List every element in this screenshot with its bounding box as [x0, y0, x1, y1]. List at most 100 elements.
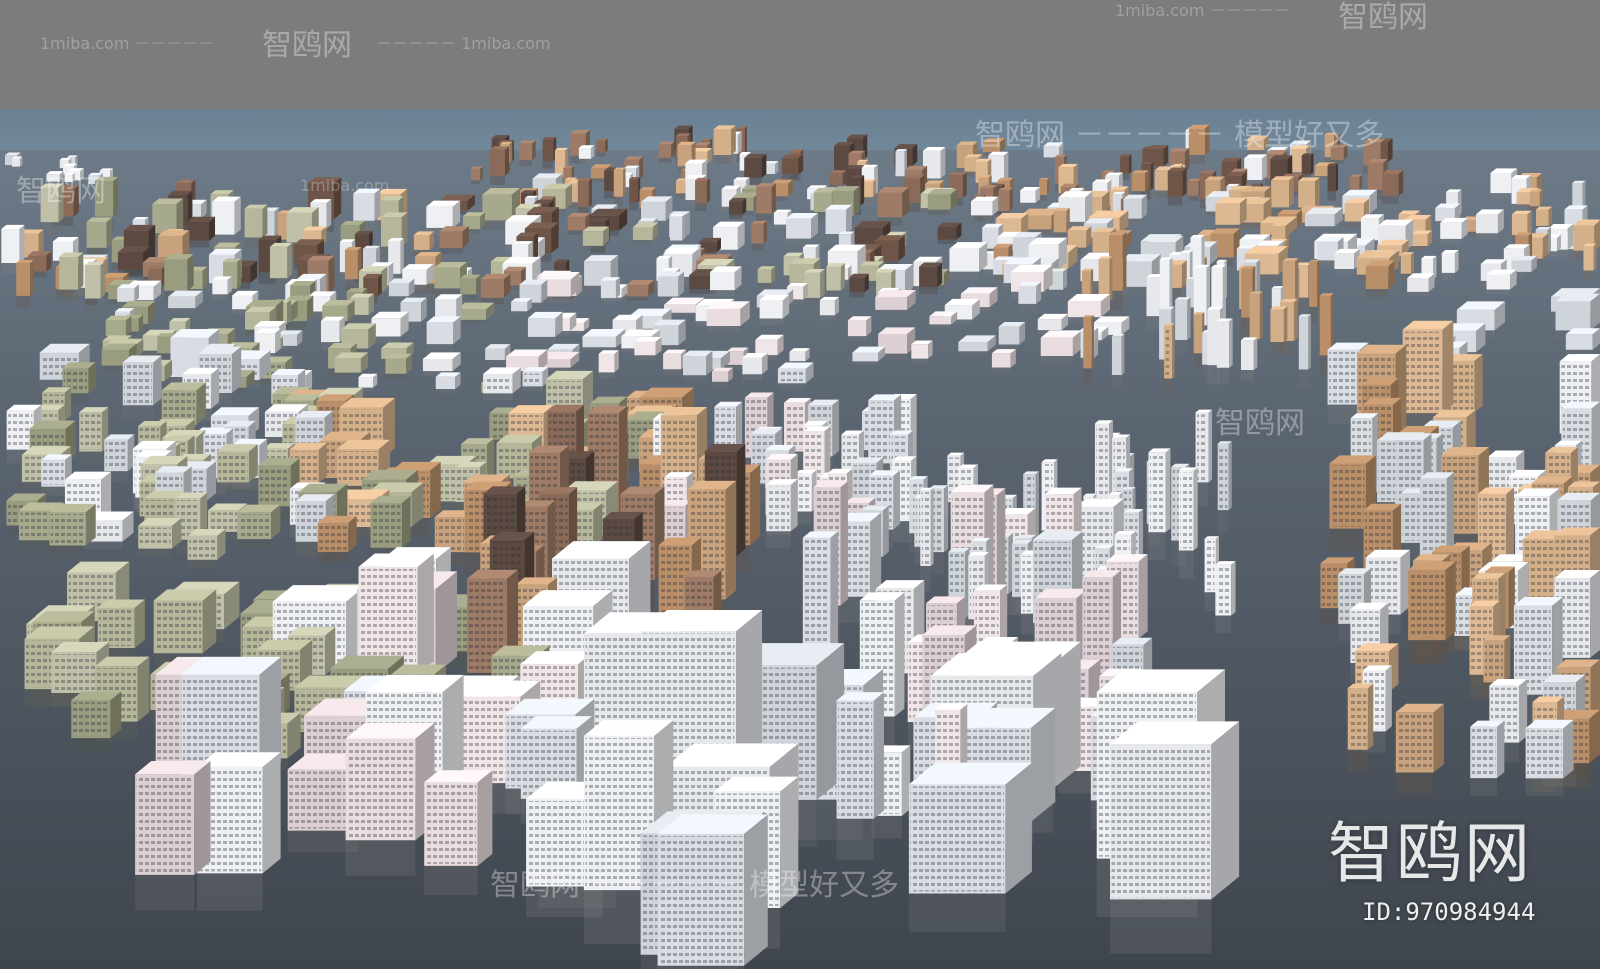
building-reflection [424, 865, 478, 896]
building-side [153, 355, 162, 406]
building-side [480, 166, 483, 181]
building-reflection [485, 359, 505, 364]
building-front [1188, 128, 1206, 155]
building-front [490, 149, 505, 176]
building-reflection [1411, 245, 1428, 251]
building-windows [921, 492, 930, 565]
building-reflection [1583, 270, 1594, 280]
building-side [1589, 709, 1600, 764]
building-side [1567, 224, 1574, 250]
building-front [413, 234, 430, 250]
building-side [1454, 250, 1459, 273]
building-side [1259, 291, 1263, 340]
building-reflection [1382, 195, 1399, 204]
building-front [1092, 231, 1111, 253]
building-front [713, 129, 732, 156]
building-reflection [781, 174, 799, 180]
building-windows [238, 514, 270, 538]
building-front [1382, 173, 1399, 196]
building-reflection [1329, 528, 1366, 552]
building-front [1490, 173, 1512, 194]
building-side [1295, 258, 1299, 306]
building-windows [425, 784, 477, 864]
building-reflection [632, 240, 653, 245]
building-front [482, 194, 512, 221]
building-reflection [895, 176, 905, 186]
building-front [358, 377, 374, 388]
building-side [744, 126, 747, 154]
building-reflection [1476, 233, 1498, 240]
building-front [927, 194, 951, 210]
building-reflection [937, 239, 957, 245]
render-viewport: 1miba.com －－－－－ 智鸥网 －－－－－ 1miba.com 1mib… [0, 0, 1600, 969]
building-front [695, 180, 707, 204]
building-front [1536, 209, 1549, 226]
building-front [11, 158, 21, 167]
building-front [757, 269, 772, 283]
building-front [244, 208, 263, 238]
building-side [937, 262, 943, 287]
building-side [763, 220, 767, 244]
building-front [485, 348, 505, 360]
building-front [1441, 252, 1455, 273]
building-front [1067, 301, 1101, 318]
building-front [1440, 222, 1462, 239]
building-reflection [596, 152, 606, 157]
building-front [759, 300, 783, 319]
building-front [657, 276, 679, 297]
building-front [626, 284, 649, 297]
building-side [134, 599, 145, 648]
building-reflection [1270, 342, 1284, 354]
building-side [1590, 570, 1600, 658]
building-reflection [949, 271, 980, 280]
building-side [137, 656, 150, 722]
building-side [830, 531, 839, 658]
building-front [1247, 139, 1264, 151]
building-side [106, 217, 113, 248]
building-side [377, 273, 382, 297]
building-reflection [1217, 510, 1229, 534]
building-reflection [682, 375, 707, 382]
building-side [1193, 467, 1198, 551]
building-front [434, 267, 460, 289]
building-front [1282, 260, 1296, 306]
building-reflection [847, 336, 867, 342]
building-front [825, 209, 847, 235]
building-side [725, 480, 737, 600]
building-front [1476, 214, 1498, 234]
building-side [736, 444, 746, 557]
building-side [1205, 124, 1210, 155]
building-windows [1409, 571, 1444, 639]
building-side [1047, 177, 1050, 195]
building-front [970, 201, 993, 216]
building-front [1039, 179, 1048, 195]
building-front [117, 288, 135, 302]
building-side [30, 259, 34, 296]
building-side [237, 258, 242, 289]
building-front [710, 271, 735, 291]
building-front [682, 355, 707, 376]
building-side [870, 512, 882, 597]
building-reflection [991, 367, 1011, 373]
building-front [1319, 295, 1331, 356]
building-reflection [1395, 772, 1434, 794]
building-front [334, 358, 361, 373]
building-side [1172, 323, 1175, 379]
building-side [1181, 260, 1187, 288]
building-reflection [1304, 226, 1335, 231]
building-front [1240, 340, 1254, 370]
building-side [840, 263, 845, 291]
building-side [962, 172, 967, 198]
building-front [1040, 337, 1073, 356]
building-front [577, 180, 589, 208]
building-windows [371, 504, 401, 546]
building-reflection [542, 161, 554, 169]
building-side [1317, 259, 1320, 307]
building-reflection [519, 160, 533, 166]
building-side [400, 238, 404, 274]
building-front [911, 344, 929, 359]
building-reflection [759, 318, 783, 325]
building-reflection [875, 309, 908, 315]
building-side [682, 213, 686, 241]
building-front [439, 231, 463, 248]
